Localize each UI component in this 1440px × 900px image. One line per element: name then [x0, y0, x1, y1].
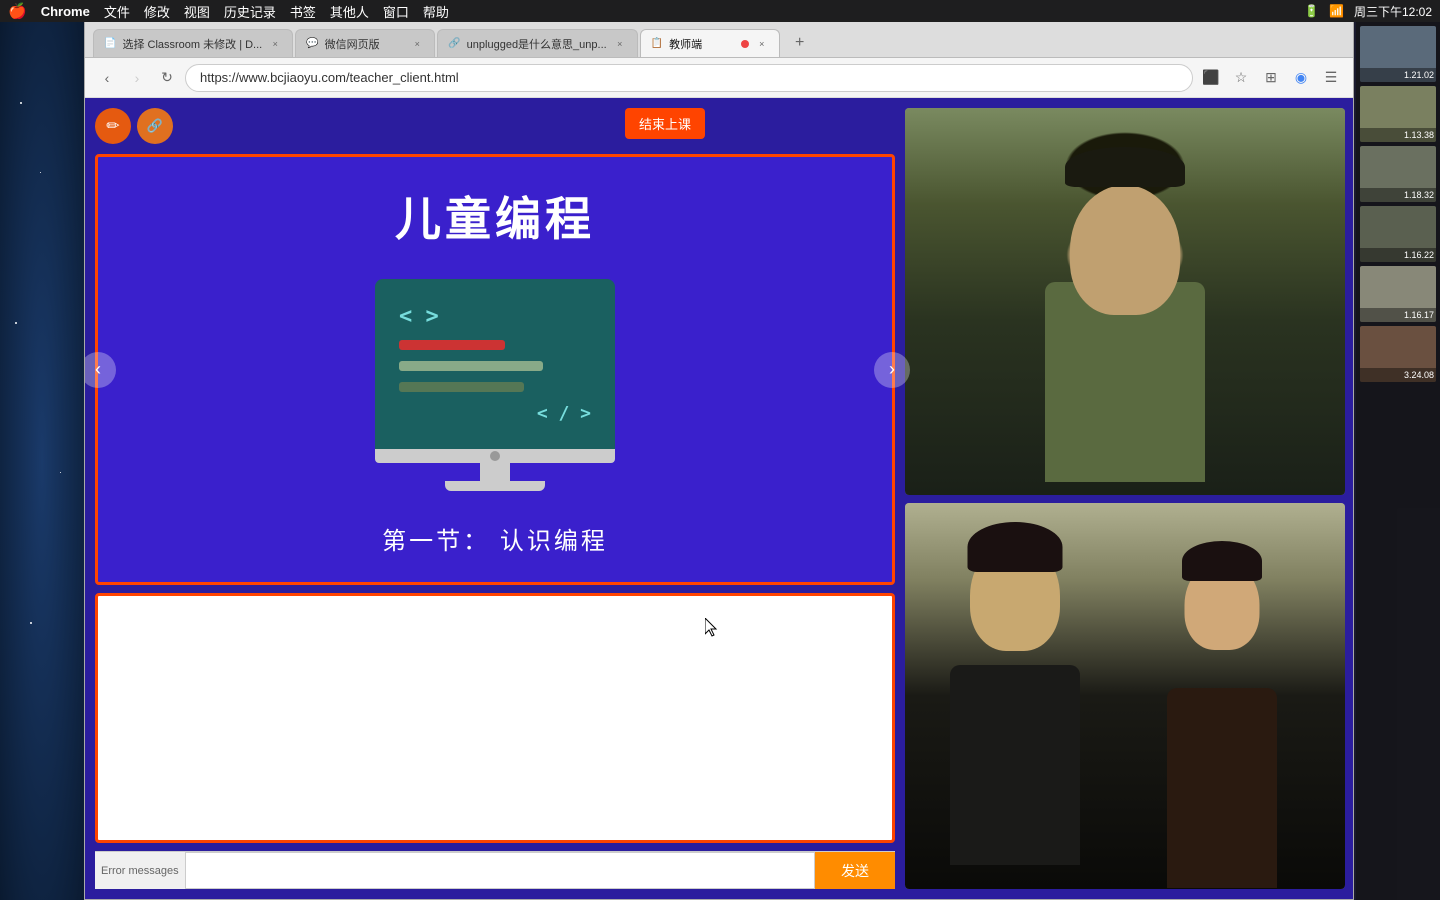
address-bar: ‹ › ↻ ⬛ ☆ ⊞ ◉ ☰ — [85, 58, 1353, 98]
code-line-1 — [399, 340, 505, 350]
menu-icon[interactable]: ☰ — [1319, 66, 1343, 90]
monitor-dot — [490, 451, 500, 461]
monitor-screen: < > < / > — [375, 279, 615, 449]
tab-classroom-title: 选择 Classroom 未修改 | D... — [122, 36, 262, 52]
tab-teacher[interactable]: 📋 教师端 × — [640, 29, 780, 57]
webcam-students — [905, 503, 1345, 890]
tab-unplugged-close[interactable]: × — [613, 37, 627, 51]
thumbnail-3-label: 1.18.32 — [1360, 188, 1436, 202]
menu-help[interactable]: 帮助 — [423, 2, 449, 21]
slide-title: 儿童编程 — [395, 183, 595, 249]
monitor-stand-top — [480, 463, 510, 481]
webcam-students-video — [905, 503, 1345, 890]
draw-tool-button[interactable]: ✏ — [95, 108, 131, 144]
thumbnail-1[interactable]: 1.21.02 — [1360, 26, 1436, 82]
thumbnail-6[interactable]: 3.24.08 — [1360, 326, 1436, 382]
thumbnail-5[interactable]: 1.16.17 — [1360, 266, 1436, 322]
tab-bar: 📄 选择 Classroom 未修改 | D... × 💬 微信网页版 × 🔗 … — [85, 22, 1353, 58]
webcam-teacher — [905, 108, 1345, 495]
tab-teacher-close[interactable]: × — [755, 37, 769, 51]
new-tab-button[interactable]: + — [786, 29, 814, 57]
menu-history[interactable]: 历史记录 — [224, 2, 276, 21]
code-line-3 — [399, 382, 524, 392]
code-open-bracket: < > — [399, 304, 591, 329]
code-line-2 — [399, 361, 543, 371]
thumbnail-3[interactable]: 1.18.32 — [1360, 146, 1436, 202]
thumbnail-2-label: 1.13.38 — [1360, 128, 1436, 142]
tab-teacher-title: 教师端 — [669, 36, 735, 52]
right-panel — [905, 98, 1353, 899]
menu-other[interactable]: 其他人 — [330, 2, 369, 21]
menu-window[interactable]: 窗口 — [383, 2, 409, 21]
end-class-button[interactable]: 结束上课 — [625, 108, 705, 139]
slide-subtitle: 第一节： 认识编程 — [382, 521, 608, 556]
wifi-icon: 📶 — [1329, 4, 1344, 18]
webcam-teacher-video — [905, 108, 1345, 495]
thumbnail-5-label: 1.16.17 — [1360, 308, 1436, 322]
thumbnail-1-label: 1.21.02 — [1360, 68, 1436, 82]
thumbnail-6-label: 3.24.08 — [1360, 368, 1436, 382]
monitor-stand-base — [445, 481, 545, 491]
slide-area: 儿童编程 < > < / > — [95, 154, 895, 585]
menu-bookmarks[interactable]: 书签 — [290, 2, 316, 21]
next-slide-button[interactable]: › — [874, 352, 910, 388]
battery-icon: 🔋 — [1304, 4, 1319, 18]
chat-area — [95, 593, 895, 843]
tab-wechat-title: 微信网页版 — [325, 36, 405, 52]
menubar: 🍎 Chrome 文件 修改 视图 历史记录 书签 其他人 窗口 帮助 🔋 📶 … — [0, 0, 1440, 22]
tab-unplugged-title: unplugged是什么意思_unp... — [467, 36, 607, 52]
tab-wechat-icon: 💬 — [306, 38, 318, 49]
thumbnail-strip: 1.21.02 1.13.38 1.18.32 1.16.22 1.16.17 … — [1356, 22, 1440, 900]
grid-icon[interactable]: ⊞ — [1259, 66, 1283, 90]
code-close-bracket: < / > — [399, 403, 591, 424]
menu-file[interactable]: 文件 — [104, 2, 130, 21]
app-name[interactable]: Chrome — [41, 4, 90, 19]
tab-wechat-close[interactable]: × — [410, 37, 424, 51]
monitor-bottom — [375, 449, 615, 463]
link-tool-button[interactable]: 🔗 — [137, 108, 173, 144]
thumbnail-4-label: 1.16.22 — [1360, 248, 1436, 262]
tab-unplugged-icon: 🔗 — [448, 38, 460, 49]
apple-menu[interactable]: 🍎 — [8, 2, 27, 20]
menu-edit[interactable]: 修改 — [144, 2, 170, 21]
input-bar: Error messages 发送 — [95, 851, 895, 889]
recording-indicator — [741, 40, 749, 48]
refresh-button[interactable]: ↻ — [155, 66, 179, 90]
time-display: 周三下午12:02 — [1354, 3, 1432, 20]
send-button[interactable]: 发送 — [815, 852, 895, 889]
back-button[interactable]: ‹ — [95, 66, 119, 90]
menu-view[interactable]: 视图 — [184, 2, 210, 21]
star-icon[interactable]: ☆ — [1229, 66, 1253, 90]
tab-wechat[interactable]: 💬 微信网页版 × — [295, 29, 435, 57]
desktop-left — [0, 22, 84, 900]
chat-input[interactable] — [185, 852, 815, 889]
forward-button[interactable]: › — [125, 66, 149, 90]
prev-slide-button[interactable]: ‹ — [85, 352, 116, 388]
tab-teacher-icon: 📋 — [651, 38, 663, 49]
error-message: Error messages — [95, 852, 185, 889]
tab-classroom-close[interactable]: × — [268, 37, 282, 51]
chrome-icon[interactable]: ◉ — [1289, 66, 1313, 90]
monitor-illustration: < > < / > — [375, 279, 615, 491]
browser-content: ✏ 🔗 结束上课 儿童编程 < > < / — [85, 98, 1353, 899]
left-panel: ✏ 🔗 结束上课 儿童编程 < > < / — [85, 98, 905, 899]
tab-unplugged[interactable]: 🔗 unplugged是什么意思_unp... × — [437, 29, 637, 57]
thumbnail-2[interactable]: 1.13.38 — [1360, 86, 1436, 142]
slide-toolbar: ✏ 🔗 — [95, 108, 173, 144]
screen-icon[interactable]: ⬛ — [1199, 66, 1223, 90]
tab-classroom-icon: 📄 — [104, 38, 116, 49]
browser-window: 📄 选择 Classroom 未修改 | D... × 💬 微信网页版 × 🔗 … — [84, 22, 1354, 900]
tab-classroom[interactable]: 📄 选择 Classroom 未修改 | D... × — [93, 29, 293, 57]
address-input[interactable] — [185, 64, 1193, 92]
thumbnail-4[interactable]: 1.16.22 — [1360, 206, 1436, 262]
